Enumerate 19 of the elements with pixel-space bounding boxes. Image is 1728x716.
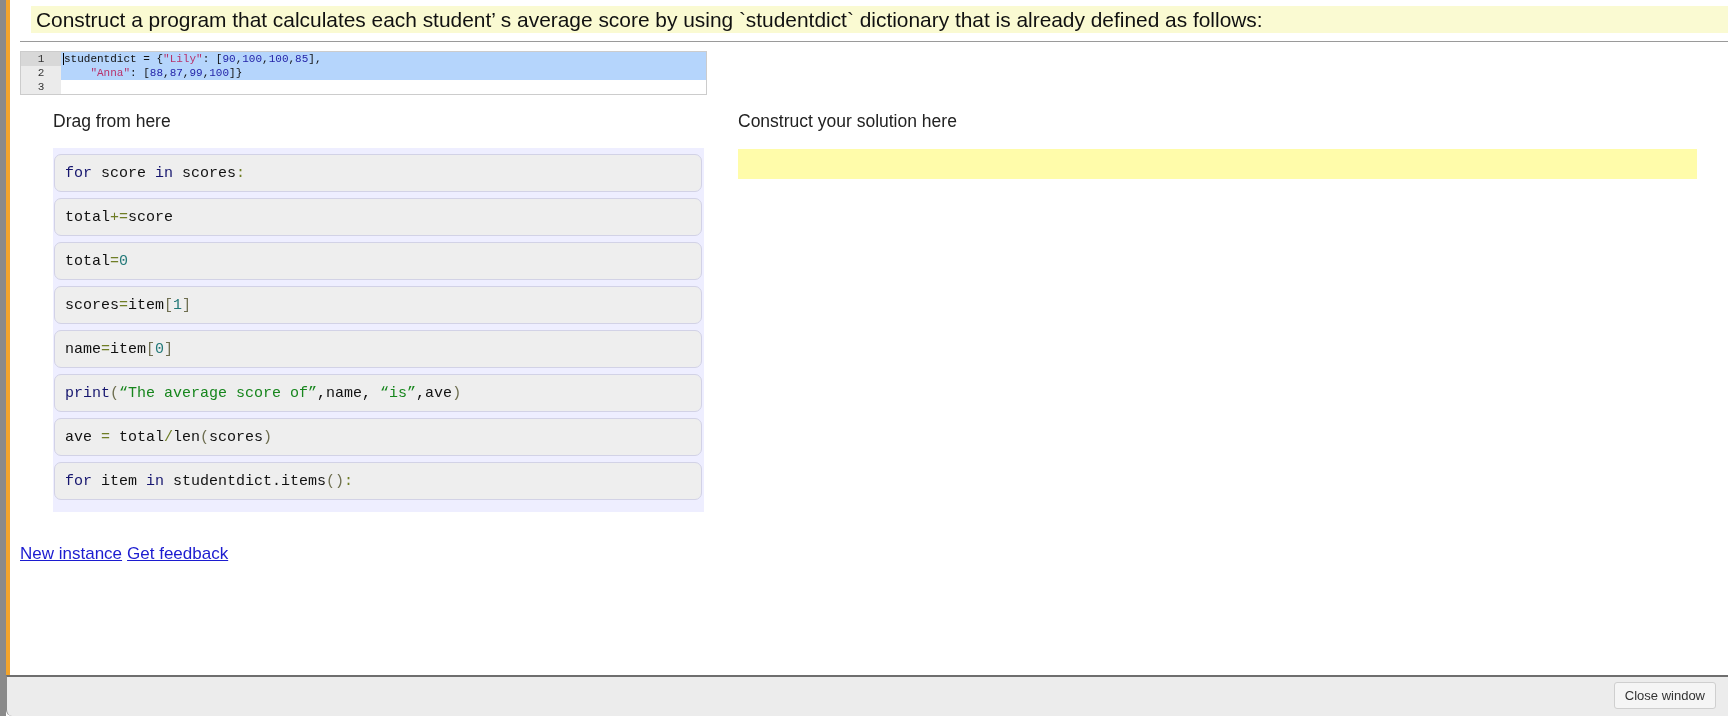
code-block[interactable]: for item in studentdict.items(): [54,462,702,500]
section-title: Drag from here [53,111,172,131]
code-block[interactable]: for score in scores: [54,154,702,192]
line-number: 3 [21,80,61,94]
code-block[interactable]: name=item[0] [54,330,702,368]
action-link[interactable]: New instance [20,543,123,565]
code-block[interactable]: ave = total/len(scores) [54,418,702,456]
solution-drop-area[interactable] [738,149,1697,179]
code-block[interactable]: print(“The average score of”,name, “is”,ave) [54,374,702,412]
code-block[interactable]: total=0 [54,242,702,280]
action-link[interactable]: Get feedback [127,543,229,565]
code-block[interactable]: total+=score [54,198,702,236]
code-block[interactable]: scores=item[1] [54,286,702,324]
section-title: Construct your solution here [738,111,958,131]
close-window-button[interactable]: Close window [1613,682,1716,709]
line-number: 1 [21,52,61,66]
code-editor[interactable]: 1 studentdict = {"Lily": [90,100,100,85], 2 "Anna": [88,87,99,100]} 3 [20,51,707,95]
question-prompt: Construct a program that calculates each student’ s average score by using `studentdict` dictionary that is already defined as follows: [31,6,1728,33]
line-number: 2 [21,66,61,80]
